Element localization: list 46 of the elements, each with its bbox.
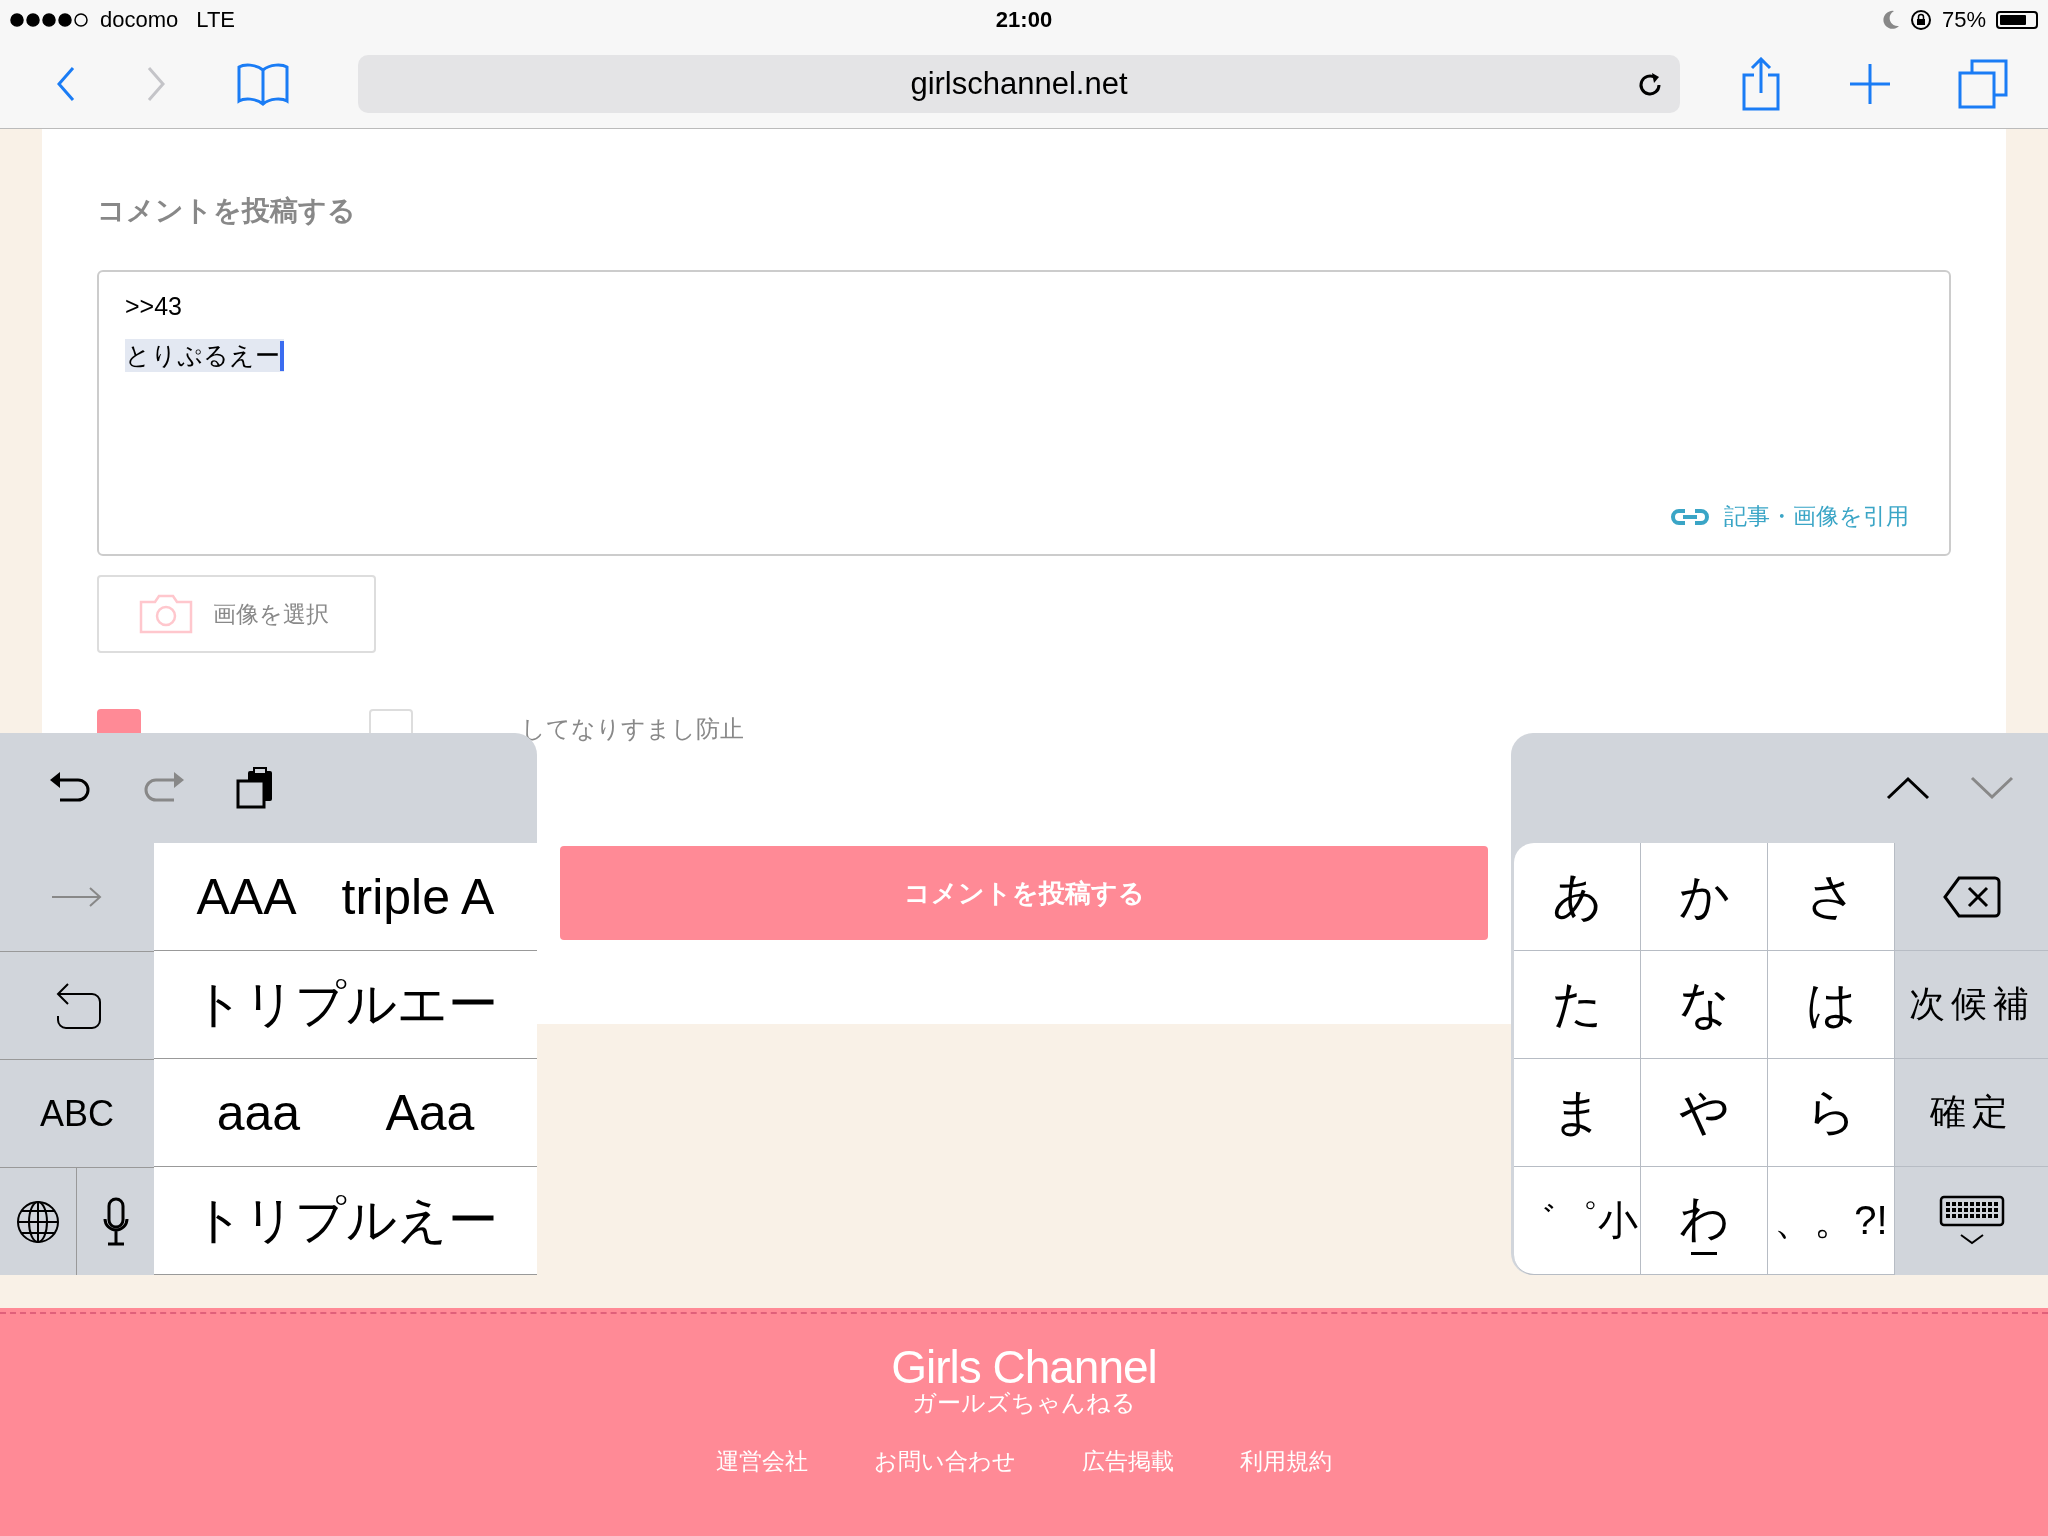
kana-key[interactable]: ら — [1768, 1059, 1895, 1167]
section-title: コメントを投稿する — [97, 194, 357, 228]
link-icon — [1670, 506, 1710, 527]
candidate-word[interactable]: Aaa — [385, 1083, 475, 1142]
kana-key[interactable]: あ — [1514, 843, 1641, 951]
kana-key[interactable]: さ — [1768, 843, 1895, 951]
chevron-up-icon[interactable] — [1886, 776, 1930, 800]
rotation-lock-icon — [1909, 9, 1932, 31]
candidate-word[interactable]: AAA — [196, 867, 297, 926]
delete-icon[interactable] — [1943, 875, 2001, 918]
kana-key[interactable]: か — [1641, 843, 1768, 951]
signal-icon — [10, 13, 90, 27]
kana-key[interactable]: な — [1641, 951, 1768, 1059]
keyboard-dismiss-icon[interactable] — [1939, 1195, 2005, 1247]
chevron-down-icon[interactable] — [1970, 776, 2014, 800]
select-image-button[interactable]: 画像を選択 — [97, 575, 376, 653]
kana-key[interactable]: た — [1514, 951, 1641, 1059]
kana-key[interactable]: ま — [1514, 1059, 1641, 1167]
kana-key[interactable]: は — [1768, 951, 1895, 1059]
logo-subtitle: ガールズちゃんねる — [912, 1390, 1136, 1416]
share-icon[interactable] — [1740, 57, 1782, 111]
kana-key[interactable]: 、。?! — [1768, 1167, 1895, 1275]
kana-key[interactable]: ゛゜小 — [1514, 1167, 1641, 1275]
back-icon[interactable] — [56, 66, 76, 102]
underline-icon — [1691, 1252, 1717, 1256]
kana-key[interactable]: や — [1641, 1059, 1768, 1167]
candidate-word[interactable]: triple A — [341, 867, 495, 926]
battery-percent: 75% — [1941, 7, 1986, 33]
abc-key[interactable]: ABC — [40, 1092, 114, 1135]
tabs-icon[interactable] — [1958, 59, 2008, 109]
carrier-name: docomo — [100, 7, 179, 33]
moon-icon — [1881, 10, 1900, 30]
kana-key[interactable]: わ — [1641, 1167, 1768, 1275]
arrow-right-icon[interactable] — [50, 885, 104, 909]
clock: 21:00 — [995, 7, 1053, 33]
comment-field[interactable]: >>43 とりぷるえー 記事・画像を引用 — [97, 270, 1951, 556]
camera-icon — [139, 594, 193, 634]
candidate-word[interactable]: aaa — [216, 1083, 301, 1142]
microphone-icon[interactable] — [101, 1196, 130, 1247]
book-icon[interactable] — [236, 62, 290, 106]
address-bar[interactable]: girlschannel.net — [358, 55, 1680, 113]
plus-icon[interactable] — [1848, 62, 1892, 106]
network-type: LTE — [196, 7, 235, 33]
checkbox-label: してなりすまし防止 — [521, 714, 744, 744]
battery-icon — [1996, 11, 2038, 29]
globe-icon[interactable] — [15, 1198, 61, 1245]
